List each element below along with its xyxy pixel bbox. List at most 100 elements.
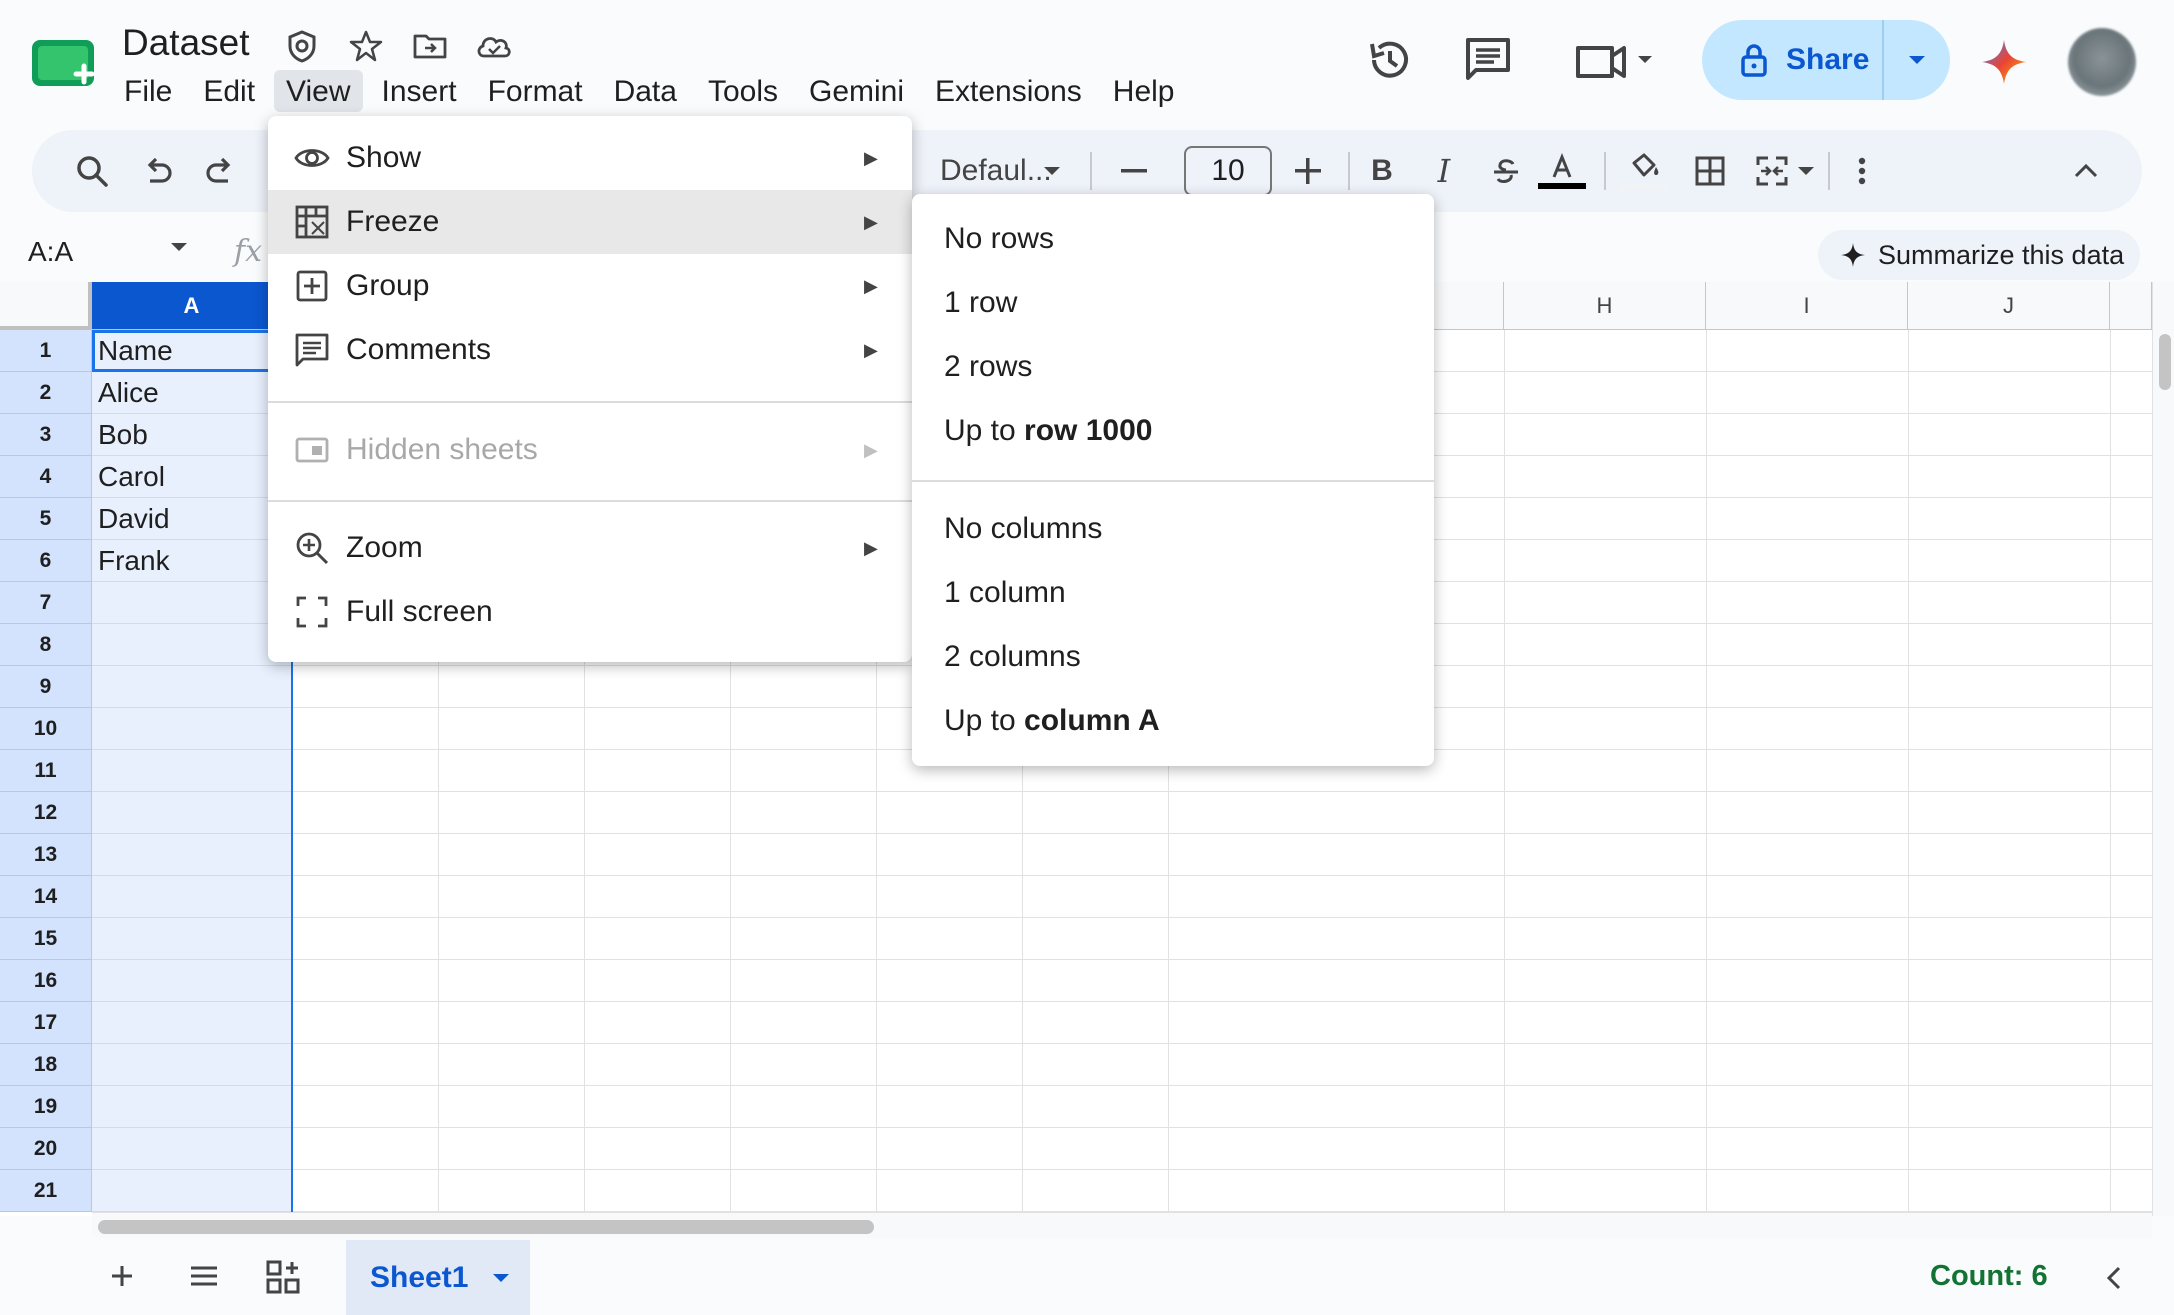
cell-column-a[interactable] [92, 792, 292, 834]
row-header[interactable]: 12 [0, 792, 92, 834]
cell-column-a[interactable] [92, 666, 292, 708]
cell-column-a[interactable] [92, 750, 292, 792]
cell-column-a[interactable]: Bob [92, 414, 292, 456]
horizontal-scroll-thumb[interactable] [98, 1220, 874, 1234]
cell-column-a[interactable] [92, 624, 292, 666]
comments-icon[interactable] [1460, 32, 1516, 88]
vertical-scrollbar[interactable] [2152, 282, 2174, 1216]
cell-column-a[interactable]: Carol [92, 456, 292, 498]
share-dropdown-caret-icon[interactable] [1884, 20, 1950, 100]
text-color-icon[interactable] [1534, 130, 1590, 212]
freeze-1-row[interactable]: 1 row [944, 286, 1017, 320]
row-header[interactable]: 11 [0, 750, 92, 792]
selection-count[interactable]: Count: 6 [1930, 1260, 2048, 1293]
menu-format[interactable]: Format [476, 70, 595, 112]
row-header[interactable]: 3 [0, 414, 92, 456]
undo-icon[interactable] [130, 130, 186, 212]
strikethrough-icon[interactable] [1478, 130, 1534, 212]
menu-edit[interactable]: Edit [191, 70, 267, 112]
freeze-up-to-row[interactable]: Up to row 1000 [944, 414, 1152, 448]
move-folder-icon[interactable] [412, 28, 448, 64]
view-menu-comments[interactable]: Comments ▶ [268, 318, 912, 382]
cell-column-a[interactable] [92, 918, 292, 960]
freeze-up-to-column[interactable]: Up to column A [944, 704, 1160, 738]
user-avatar[interactable] [2068, 28, 2136, 96]
column-header-h[interactable]: H [1504, 282, 1706, 330]
cell-column-a[interactable] [92, 582, 292, 624]
row-header[interactable]: 17 [0, 1002, 92, 1044]
menu-help[interactable]: Help [1101, 70, 1187, 112]
version-history-icon[interactable] [1362, 32, 1418, 88]
borders-icon[interactable] [1682, 130, 1738, 212]
cell-column-a[interactable]: Alice [92, 372, 292, 414]
view-menu-show[interactable]: Show ▶ [268, 126, 912, 190]
column-header[interactable] [2110, 282, 2152, 330]
menu-extensions[interactable]: Extensions [923, 70, 1094, 112]
sheets-logo-icon[interactable] [32, 36, 102, 88]
row-header[interactable]: 9 [0, 666, 92, 708]
cell-column-a[interactable] [92, 960, 292, 1002]
menu-view[interactable]: View [274, 70, 363, 112]
row-header[interactable]: 10 [0, 708, 92, 750]
row-header[interactable]: 1 [0, 330, 92, 372]
vertical-scroll-thumb[interactable] [2159, 334, 2171, 390]
freeze-2-columns[interactable]: 2 columns [944, 640, 1081, 674]
row-header[interactable]: 18 [0, 1044, 92, 1086]
star-icon[interactable] [348, 28, 384, 64]
freeze-2-rows[interactable]: 2 rows [944, 350, 1032, 384]
cell-column-a[interactable] [92, 1044, 292, 1086]
sheet-tab-sheet1[interactable]: Sheet1 [346, 1240, 530, 1315]
row-header[interactable]: 4 [0, 456, 92, 498]
cell-column-a[interactable] [92, 1128, 292, 1170]
cell-column-a[interactable]: David [92, 498, 292, 540]
column-header-a[interactable]: A [92, 282, 292, 330]
add-sheet-icon[interactable] [104, 1258, 140, 1294]
more-options-icon[interactable] [1834, 130, 1890, 212]
column-header-i[interactable]: I [1706, 282, 1908, 330]
row-header[interactable]: 6 [0, 540, 92, 582]
select-all-corner[interactable] [0, 282, 92, 330]
row-header[interactable]: 2 [0, 372, 92, 414]
name-box-caret-icon[interactable] [170, 242, 188, 252]
share-button[interactable]: Share [1702, 20, 1950, 100]
view-menu-freeze[interactable]: Freeze ▶ [268, 190, 912, 254]
summarize-data-button[interactable]: Summarize this data [1818, 230, 2140, 280]
menu-data[interactable]: Data [602, 70, 689, 112]
freeze-no-rows[interactable]: No rows [944, 222, 1054, 256]
document-title[interactable]: Dataset [122, 22, 250, 64]
horizontal-scrollbar[interactable] [92, 1212, 2152, 1238]
row-header[interactable]: 20 [0, 1128, 92, 1170]
sheet-tab-caret-icon[interactable] [492, 1273, 510, 1283]
menu-file[interactable]: File [112, 70, 184, 112]
freeze-no-columns[interactable]: No columns [944, 512, 1102, 546]
cloud-saved-icon[interactable] [474, 28, 511, 64]
cell-column-a[interactable]: Frank [92, 540, 292, 582]
collapse-toolbar-icon[interactable] [2058, 130, 2114, 212]
menu-gemini[interactable]: Gemini [797, 70, 916, 112]
view-menu-full-screen[interactable]: Full screen [268, 580, 912, 644]
row-header[interactable]: 13 [0, 834, 92, 876]
row-header[interactable]: 16 [0, 960, 92, 1002]
cell-column-a[interactable] [92, 1002, 292, 1044]
row-header[interactable]: 5 [0, 498, 92, 540]
gemini-sparkle-icon[interactable] [1980, 38, 2028, 86]
security-shield-icon[interactable] [284, 28, 320, 64]
column-header-j[interactable]: J [1908, 282, 2110, 330]
cell-column-a[interactable] [92, 1170, 292, 1212]
row-header[interactable]: 21 [0, 1170, 92, 1212]
cell-column-a[interactable] [92, 876, 292, 918]
fill-color-icon[interactable] [1614, 130, 1674, 212]
row-header[interactable]: 15 [0, 918, 92, 960]
search-icon[interactable] [64, 130, 120, 212]
sheet-explore-icon[interactable] [264, 1258, 302, 1296]
freeze-1-column[interactable]: 1 column [944, 576, 1066, 610]
font-size-input[interactable]: 10 [1184, 146, 1272, 196]
cell-column-a[interactable] [92, 1086, 292, 1128]
row-header[interactable]: 19 [0, 1086, 92, 1128]
cell-column-a[interactable] [92, 834, 292, 876]
row-header[interactable]: 7 [0, 582, 92, 624]
name-box[interactable]: A:A [28, 236, 73, 268]
expand-side-panel-icon[interactable] [2106, 1266, 2122, 1290]
merge-cells-icon[interactable] [1744, 130, 1800, 212]
row-header[interactable]: 14 [0, 876, 92, 918]
